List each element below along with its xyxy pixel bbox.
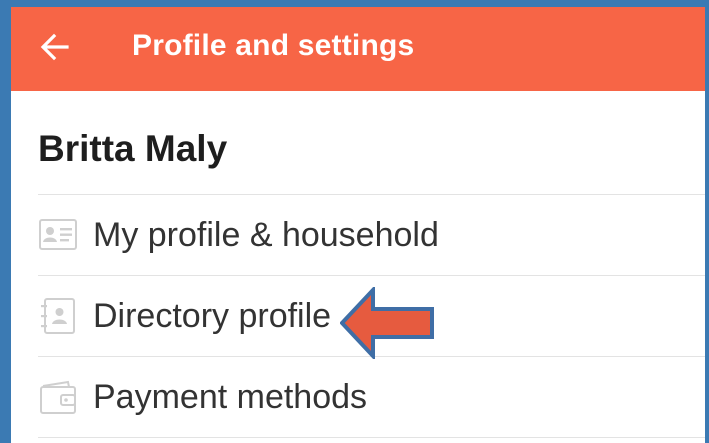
pointer-arrow-icon [340,287,434,359]
menu-item-label: Payment methods [93,378,368,416]
back-button[interactable] [31,25,79,69]
user-name: Britta Maly [38,128,228,169]
address-book-icon [41,298,75,334]
phone-screen: Profile and settings Britta Maly My prof… [11,7,705,443]
id-card-icon [39,219,77,250]
menu-item-payment-methods[interactable]: Payment methods [11,357,705,437]
wallet-icon [40,380,76,414]
menu-item-label: Directory profile [93,297,332,335]
arrow-left-icon [40,33,69,61]
menu-item-my-profile-household[interactable]: My profile & household [11,195,705,275]
menu-item-label: My profile & household [93,216,439,254]
divider [38,437,705,438]
page-title: Profile and settings [132,29,415,62]
app-bar: Profile and settings [11,7,705,91]
